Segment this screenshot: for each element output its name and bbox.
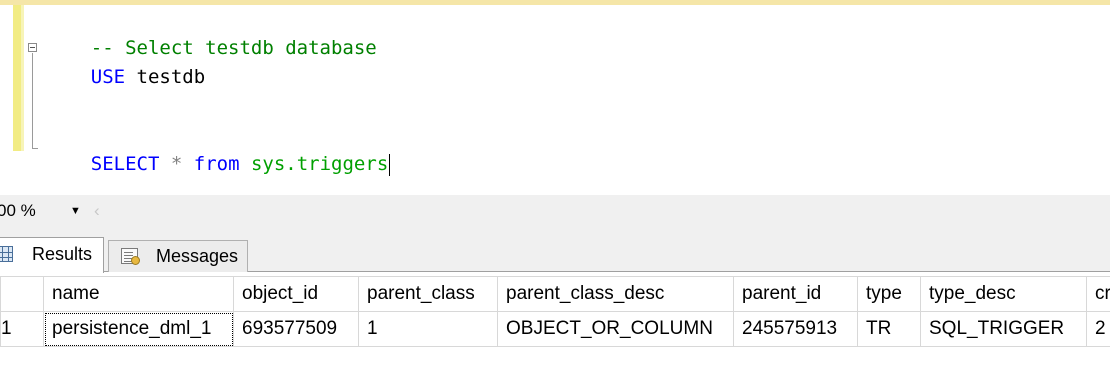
grid-cell-parent-class-desc[interactable]: OBJECT_OR_COLUMN [497, 311, 734, 347]
grid-header-row: name object_id parent_class parent_class… [0, 276, 1110, 312]
tab-results[interactable]: Results [0, 237, 104, 273]
zoom-dropdown[interactable]: 00 % ▼ [0, 200, 86, 222]
collapse-outline-icon[interactable] [28, 43, 37, 52]
dropdown-arrow-icon[interactable]: ▼ [70, 200, 81, 222]
grid-cell-truncated[interactable]: 2 [1086, 311, 1110, 347]
grid-cell-name[interactable]: persistence_dml_1 [43, 311, 234, 347]
change-tracking-bar [13, 5, 21, 151]
grid-corner-header[interactable] [0, 276, 44, 312]
grid-cell-parent-class[interactable]: 1 [358, 311, 498, 347]
grid-cell-type[interactable]: TR [857, 311, 921, 347]
grid-cell-parent-id[interactable]: 245575913 [733, 311, 858, 347]
column-header-parent-class-desc[interactable]: parent_class_desc [497, 276, 734, 312]
results-tab-strip: Results Messages [0, 228, 1110, 273]
code-database-name: testdb [125, 66, 206, 88]
row-number[interactable]: 1 [0, 311, 44, 347]
messages-icon [121, 248, 140, 265]
text-caret [389, 153, 391, 176]
code-line-5[interactable]: SELECT * from sys.triggers [45, 128, 391, 200]
code-keyword-from: from [193, 153, 240, 175]
results-grid-icon [0, 246, 13, 262]
grid-cell-type-desc[interactable]: SQL_TRIGGER [920, 311, 1087, 347]
column-header-name[interactable]: name [43, 276, 234, 312]
query-editor[interactable]: -- Select testdb database USE testdb SEL… [0, 0, 1110, 195]
outline-guide-end [32, 148, 38, 149]
table-row[interactable]: 1 persistence_dml_1 693577509 1 OBJECT_O… [0, 311, 1110, 347]
code-operator-star: * [170, 153, 183, 175]
column-header-truncated[interactable]: cr [1086, 276, 1110, 312]
tab-messages-label: Messages [156, 246, 239, 266]
scroll-left-arrow-icon[interactable]: ‹ [94, 200, 100, 222]
grid-cell-object-id[interactable]: 693577509 [233, 311, 359, 347]
zoom-level: 00 % [0, 201, 36, 220]
outline-guide [32, 53, 33, 149]
tab-results-label: Results [32, 244, 93, 264]
column-header-parent-id[interactable]: parent_id [733, 276, 858, 312]
results-grid: name object_id parent_class parent_class… [0, 276, 1110, 347]
column-header-type[interactable]: type [857, 276, 921, 312]
tab-messages[interactable]: Messages [108, 240, 248, 272]
editor-status-bar: 00 % ▼ ‹ [0, 195, 1110, 228]
code-keyword-select: SELECT [90, 153, 160, 175]
column-header-object-id[interactable]: object_id [233, 276, 359, 312]
code-keyword-use: USE [90, 66, 126, 88]
column-header-type-desc[interactable]: type_desc [920, 276, 1087, 312]
column-header-parent-class[interactable]: parent_class [358, 276, 498, 312]
code-system-object: sys.triggers [250, 153, 389, 175]
change-tracking-bar-edge [21, 5, 24, 151]
code-line-2[interactable]: USE testdb [45, 41, 205, 113]
